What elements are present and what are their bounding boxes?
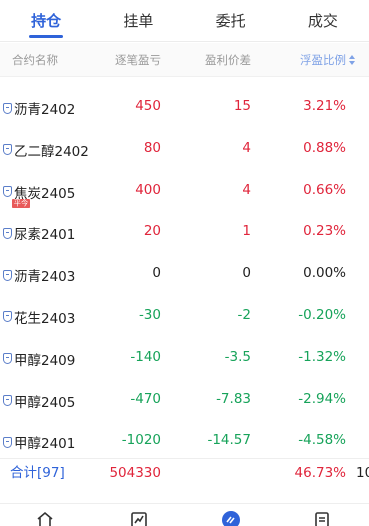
positions-list: 沥青2402 450 15 3.21% 乙二醇2402 80 4 0.88% 焦炭2405 平今 4… (0, 88, 369, 464)
position-row[interactable]: 甲醇2409 -140 -3.5 -1.32% (0, 339, 369, 381)
float-ratio-value: -4.58% (298, 432, 346, 449)
float-ratio-value: 0.00% (303, 265, 346, 282)
shield-icon (3, 186, 12, 198)
total-extra: 10 (356, 465, 369, 481)
contract-name: 乙二醇2402 (3, 140, 89, 160)
price-diff-value: 15 (233, 98, 251, 114)
pnl-value: 20 (143, 223, 161, 240)
contract-name-text: 沥青2403 (14, 269, 76, 286)
shield-icon (3, 353, 12, 365)
position-row[interactable]: 甲醇2405 -470 -7.83 -2.94% (0, 381, 369, 423)
price-diff-value: -2 (237, 306, 251, 323)
contract-name-text: 甲醇2409 (14, 352, 76, 369)
price-diff-value: -3.5 (224, 348, 251, 365)
contract-name: 沥青2403 (3, 265, 75, 285)
contract-name: 甲醇2405 (3, 391, 75, 411)
price-diff-value: 0 (242, 265, 251, 282)
float-ratio-value: -0.20% (298, 306, 346, 323)
float-ratio-value: 0.23% (303, 223, 346, 240)
header-float-ratio[interactable]: 浮盈比例 (300, 43, 346, 77)
list-icon[interactable] (313, 511, 331, 526)
contract-name-text: 乙二醇2402 (14, 143, 89, 160)
home-icon[interactable] (36, 511, 54, 526)
close-today-tag: 平今 (12, 198, 30, 208)
tab-pending-orders[interactable]: 挂单 (92, 0, 184, 41)
shield-icon (3, 395, 12, 407)
chart-icon[interactable] (130, 511, 148, 526)
trade-icon[interactable] (222, 511, 240, 526)
position-row[interactable]: 沥青2402 450 15 3.21% (0, 88, 369, 130)
price-diff-value: 4 (242, 181, 251, 198)
contract-name: 甲醇2409 (3, 349, 75, 369)
tab-positions[interactable]: 持仓 (0, 0, 92, 41)
contract-name-text: 甲醇2401 (14, 436, 76, 453)
shield-icon (3, 102, 12, 114)
float-ratio-value: -2.94% (298, 390, 346, 407)
float-ratio-value: 0.66% (303, 181, 346, 198)
table-header: 合约名称 逐笔盈亏 盈利价差 浮盈比例 (0, 43, 369, 77)
contract-name: 甲醇2401 (3, 432, 75, 452)
price-diff-value: -14.57 (207, 432, 251, 449)
total-row: 合计[97] 504330 46.73% 10 (0, 458, 369, 488)
price-diff-value: 1 (242, 223, 251, 240)
tab-trades[interactable]: 成交 (277, 0, 369, 41)
shield-icon (3, 144, 12, 156)
pnl-value: -140 (130, 348, 161, 365)
shield-icon (3, 311, 12, 323)
contract-name: 花生2403 (3, 307, 75, 327)
header-price-diff: 盈利价差 (205, 53, 251, 67)
total-label: 合计[97] (10, 465, 65, 481)
pnl-value: -30 (138, 306, 161, 323)
shield-icon (3, 436, 12, 448)
shield-icon (3, 227, 12, 239)
price-diff-value: -7.83 (216, 390, 251, 407)
position-row[interactable]: 乙二醇2402 80 4 0.88% (0, 130, 369, 172)
pnl-value: 400 (135, 181, 161, 198)
pnl-value: -1020 (121, 432, 161, 449)
shield-icon (3, 269, 12, 281)
header-contract-name: 合约名称 (12, 53, 58, 67)
price-diff-value: 4 (242, 139, 251, 156)
position-row[interactable]: 尿素2401 20 1 0.23% (0, 213, 369, 255)
float-ratio-value: 3.21% (303, 98, 346, 114)
contract-name: 尿素2401 (3, 223, 75, 243)
position-row[interactable]: 沥青2403 0 0 0.00% (0, 255, 369, 297)
position-row[interactable]: 花生2403 -30 -2 -0.20% (0, 297, 369, 339)
contract-name-text: 沥青2402 (14, 102, 76, 118)
contract-name-text: 花生2403 (14, 310, 76, 327)
header-pnl[interactable]: 逐笔盈亏 (115, 43, 161, 77)
pnl-value: -470 (130, 390, 161, 407)
tab-bar: 持仓 挂单 委托 成交 (0, 0, 369, 42)
contract-name-text: 甲醇2405 (14, 394, 76, 411)
total-ratio: 46.73% (294, 465, 346, 481)
bottom-nav (0, 503, 369, 526)
float-ratio-value: -1.32% (298, 348, 346, 365)
total-pnl: 504330 (109, 465, 161, 481)
contract-name: 沥青2402 (3, 98, 75, 118)
pnl-value: 0 (152, 265, 161, 282)
sort-icon[interactable] (349, 55, 355, 65)
float-ratio-value: 0.88% (303, 139, 346, 156)
position-row[interactable]: 焦炭2405 平今 400 4 0.66% (0, 172, 369, 214)
tab-orders[interactable]: 委托 (185, 0, 277, 41)
pnl-value: 450 (135, 98, 161, 114)
pnl-value: 80 (143, 139, 161, 156)
contract-name-text: 尿素2401 (14, 227, 76, 244)
